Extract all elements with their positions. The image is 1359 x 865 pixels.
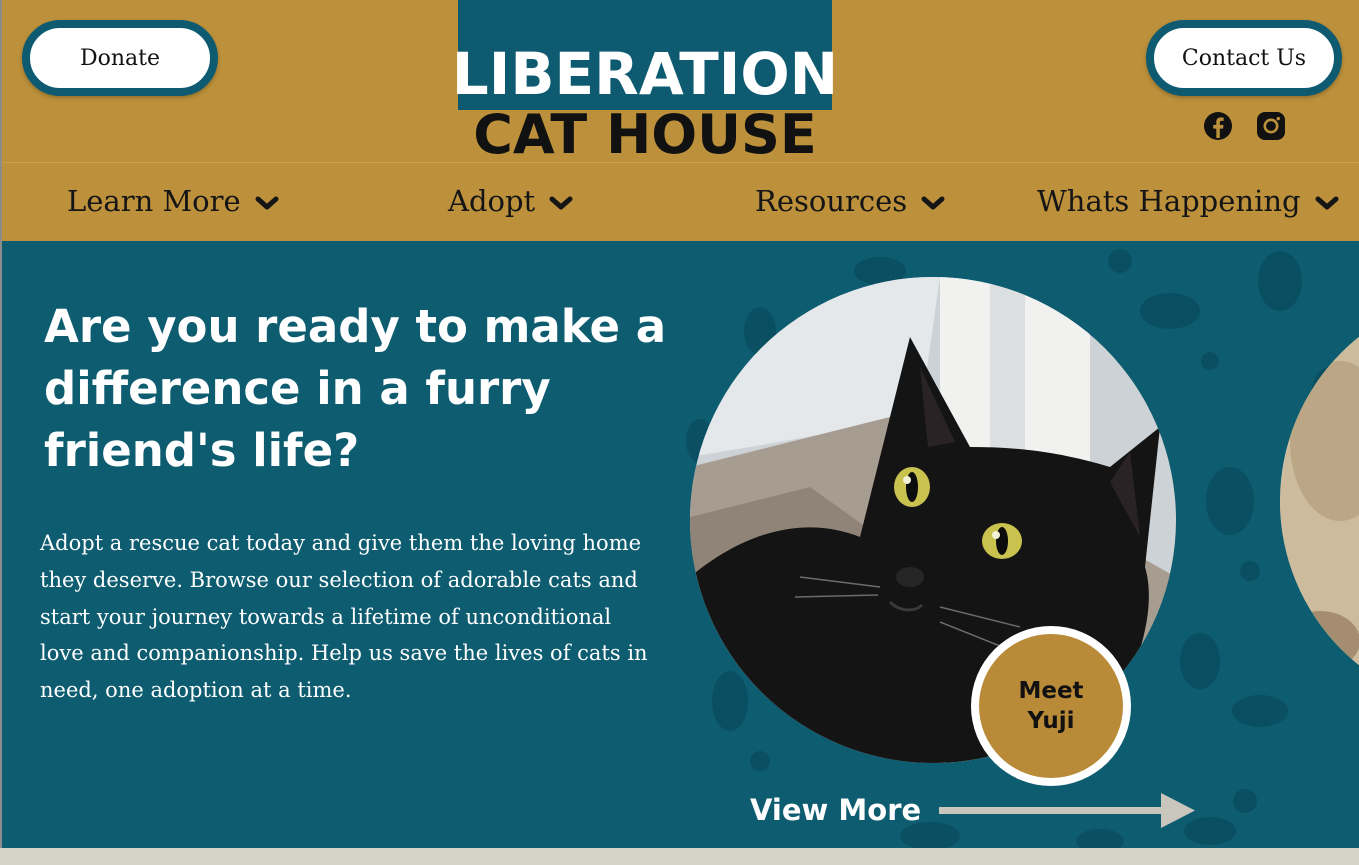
nav-item-label: Whats Happening — [1037, 184, 1301, 218]
chevron-down-icon — [921, 196, 945, 210]
view-more-label: View More — [750, 793, 922, 827]
meet-cat-badge-inner: Meet Yuji — [979, 634, 1123, 778]
chevron-down-icon — [549, 196, 573, 210]
view-more-link[interactable]: View More — [750, 789, 1199, 831]
logo-liberation[interactable]: LIBERATION — [452, 0, 838, 110]
window-edge — [0, 0, 2, 848]
site-header: Donate LIBERATION CAT HOUSE Contact Us — [0, 0, 1359, 164]
nav-item-learn-more[interactable]: Learn More — [67, 179, 279, 223]
instagram-icon[interactable] — [1256, 111, 1286, 141]
meet-cat-badge[interactable]: Meet Yuji — [971, 626, 1131, 786]
hero-heading: Are you ready to make a difference in a … — [44, 300, 667, 477]
nav-item-resources[interactable]: Resources — [755, 179, 945, 223]
facebook-icon[interactable] — [1203, 111, 1233, 141]
nav-item-label: Resources — [755, 184, 908, 218]
cat-name: Yuji — [1027, 708, 1075, 734]
hero-description: Adopt a rescue cat today and give them t… — [40, 531, 648, 703]
nav-item-adopt[interactable]: Adopt — [448, 179, 573, 223]
nav-item-label: Adopt — [448, 184, 536, 218]
page: Donate LIBERATION CAT HOUSE Contact Us L… — [0, 0, 1359, 865]
hero-section: Are you ready to make a difference in a … — [0, 241, 1359, 848]
chevron-down-icon — [255, 196, 279, 210]
chevron-down-icon — [1315, 196, 1339, 210]
contact-us-button[interactable]: Contact Us — [1146, 20, 1342, 96]
nav-item-label: Learn More — [67, 184, 241, 218]
donate-button[interactable]: Donate — [22, 20, 218, 96]
page-bottom-strip — [0, 848, 1359, 865]
main-nav: Learn More Adopt Resources Whats Happeni… — [0, 162, 1359, 242]
logo-cat-house[interactable]: CAT HOUSE — [458, 106, 832, 164]
nav-item-whats-happening[interactable]: Whats Happening — [1037, 179, 1339, 223]
arrow-right-icon — [939, 793, 1196, 828]
meet-label: Meet — [1018, 678, 1084, 704]
